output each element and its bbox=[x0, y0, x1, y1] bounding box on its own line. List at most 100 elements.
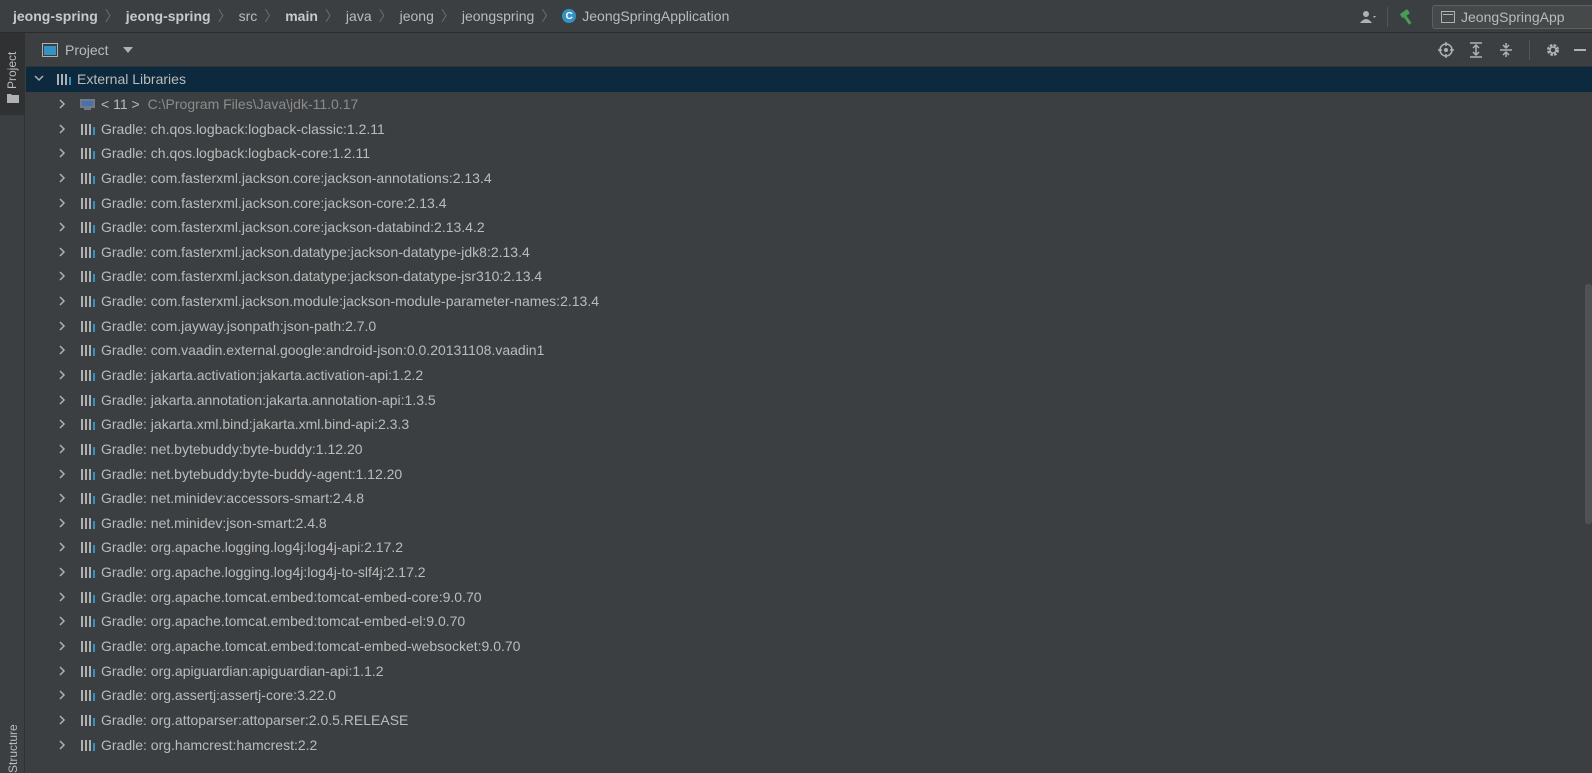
breadcrumb: jeong-spring 〉 jeong-spring 〉 src 〉 main… bbox=[0, 6, 729, 26]
vertical-scrollbar[interactable] bbox=[1585, 284, 1592, 524]
folder-icon bbox=[7, 94, 19, 103]
tree-node-jdk[interactable]: < 11 > C:\Program Files\Java\jdk-11.0.17 bbox=[26, 92, 1592, 117]
breadcrumb-project[interactable]: jeong-spring bbox=[13, 8, 98, 24]
chevron-right-icon[interactable] bbox=[58, 171, 68, 185]
tree-node-library[interactable]: Gradle: org.apache.logging.log4j:log4j-a… bbox=[26, 535, 1592, 560]
collapse-all-icon[interactable] bbox=[1491, 33, 1521, 67]
chevron-right-icon[interactable] bbox=[58, 220, 68, 234]
tree-node-library[interactable]: Gradle: com.fasterxml.jackson.module:jac… bbox=[26, 289, 1592, 314]
chevron-right-icon[interactable] bbox=[58, 491, 68, 505]
tree-node-library[interactable]: Gradle: jakarta.annotation:jakarta.annot… bbox=[26, 387, 1592, 412]
hammer-icon[interactable] bbox=[1396, 6, 1418, 28]
chevron-right-icon[interactable] bbox=[58, 467, 68, 481]
user-icon[interactable] bbox=[1357, 6, 1379, 28]
chevron-right-icon[interactable] bbox=[58, 368, 68, 382]
breadcrumb-jeong[interactable]: jeong bbox=[400, 8, 434, 24]
chevron-right-icon[interactable] bbox=[58, 393, 68, 407]
tree-node-library[interactable]: Gradle: com.fasterxml.jackson.datatype:j… bbox=[26, 239, 1592, 264]
breadcrumb-class[interactable]: JeongSpringApplication bbox=[582, 8, 729, 24]
library-icon bbox=[81, 665, 95, 677]
library-icon bbox=[81, 542, 95, 554]
tree-node-library[interactable]: Gradle: net.bytebuddy:byte-buddy-agent:1… bbox=[26, 461, 1592, 486]
tree-node-library[interactable]: Gradle: org.apiguardian:apiguardian-api:… bbox=[26, 658, 1592, 683]
chevron-right-icon[interactable] bbox=[58, 122, 68, 136]
library-label: Gradle: net.bytebuddy:byte-buddy:1.12.20 bbox=[101, 440, 363, 457]
tree-node-library[interactable]: Gradle: com.fasterxml.jackson.core:jacks… bbox=[26, 166, 1592, 191]
chevron-right-icon[interactable] bbox=[58, 738, 68, 752]
chevron-right-icon[interactable] bbox=[58, 688, 68, 702]
jdk-icon bbox=[80, 98, 95, 110]
chevron-right-icon[interactable] bbox=[58, 442, 68, 456]
breadcrumb-src[interactable]: src bbox=[239, 8, 258, 24]
chevron-right-icon[interactable] bbox=[58, 245, 68, 259]
library-icon bbox=[81, 370, 95, 381]
library-icon bbox=[81, 443, 95, 455]
library-icon bbox=[81, 714, 95, 726]
chevron-right-icon[interactable] bbox=[58, 146, 68, 160]
tree-node-library[interactable]: Gradle: org.apache.logging.log4j:log4j-t… bbox=[26, 560, 1592, 585]
tree-node-external-libraries[interactable]: External Libraries bbox=[26, 67, 1592, 92]
library-icon bbox=[81, 320, 95, 332]
tree-node-library[interactable]: Gradle: com.fasterxml.jackson.core:jacks… bbox=[26, 190, 1592, 215]
tree-node-library[interactable]: Gradle: org.assertj:assertj-core:3.22.0 bbox=[26, 683, 1592, 708]
chevron-right-icon[interactable] bbox=[58, 319, 68, 333]
tree-node-library[interactable]: Gradle: com.jayway.jsonpath:json-path:2.… bbox=[26, 313, 1592, 338]
tree-node-library[interactable]: Gradle: net.minidev:json-smart:2.4.8 bbox=[26, 511, 1592, 536]
run-configuration-label: JeongSpringApp bbox=[1461, 8, 1565, 25]
tree-node-library[interactable]: Gradle: net.bytebuddy:byte-buddy:1.12.20 bbox=[26, 437, 1592, 462]
tree-node-library[interactable]: Gradle: org.apache.tomcat.embed:tomcat-e… bbox=[26, 609, 1592, 634]
structure-tool-tab[interactable]: Structure bbox=[0, 703, 25, 773]
chevron-right-icon[interactable] bbox=[58, 540, 68, 554]
library-label: Gradle: org.assertj:assertj-core:3.22.0 bbox=[101, 687, 336, 704]
library-icon bbox=[81, 616, 95, 628]
breadcrumb-module[interactable]: jeong-spring bbox=[126, 8, 211, 24]
tree-node-library[interactable]: Gradle: net.minidev:accessors-smart:2.4.… bbox=[26, 486, 1592, 511]
chevron-right-icon[interactable] bbox=[58, 343, 68, 357]
chevron-right-icon[interactable] bbox=[58, 639, 68, 653]
jdk-version: < 11 > bbox=[101, 95, 140, 112]
tree-node-library[interactable]: Gradle: ch.qos.logback:logback-core:1.2.… bbox=[26, 141, 1592, 166]
chevron-right-icon[interactable] bbox=[58, 294, 68, 308]
tree-node-library[interactable]: Gradle: com.fasterxml.jackson.core:jacks… bbox=[26, 215, 1592, 240]
tree-node-library[interactable]: Gradle: org.hamcrest:hamcrest:2.2 bbox=[26, 732, 1592, 757]
tree-node-library[interactable]: Gradle: org.apache.tomcat.embed:tomcat-e… bbox=[26, 584, 1592, 609]
breadcrumb-java[interactable]: java bbox=[346, 8, 372, 24]
tree-node-library[interactable]: Gradle: org.attoparser:attoparser:2.0.5.… bbox=[26, 708, 1592, 733]
chevron-right-icon[interactable] bbox=[58, 664, 68, 678]
tree-node-library[interactable]: Gradle: jakarta.activation:jakarta.activ… bbox=[26, 363, 1592, 388]
breadcrumb-jeongspring[interactable]: jeongspring bbox=[462, 8, 534, 24]
chevron-right-icon[interactable] bbox=[58, 565, 68, 579]
chevron-right-icon[interactable] bbox=[58, 590, 68, 604]
minimize-icon[interactable] bbox=[1568, 33, 1592, 67]
tree-node-library[interactable]: Gradle: jakarta.xml.bind:jakarta.xml.bin… bbox=[26, 412, 1592, 437]
expand-all-icon[interactable] bbox=[1461, 33, 1491, 67]
project-tree[interactable]: External Libraries < 11 > C:\Program Fil… bbox=[26, 67, 1592, 773]
chevron-right-icon[interactable] bbox=[58, 269, 68, 283]
tool-window-title: Project bbox=[65, 41, 109, 58]
chevron-down-icon[interactable] bbox=[34, 72, 44, 86]
tree-node-library[interactable]: Gradle: com.fasterxml.jackson.datatype:j… bbox=[26, 264, 1592, 289]
tree-node-library[interactable]: Gradle: ch.qos.logback:logback-classic:1… bbox=[26, 116, 1592, 141]
tree-node-library[interactable]: Gradle: com.vaadin.external.google:andro… bbox=[26, 338, 1592, 363]
library-label: Gradle: org.apache.tomcat.embed:tomcat-e… bbox=[101, 588, 482, 605]
gear-icon[interactable] bbox=[1538, 33, 1568, 67]
crosshair-icon[interactable] bbox=[1431, 33, 1461, 67]
tree-node-library[interactable]: Gradle: org.apache.tomcat.embed:tomcat-e… bbox=[26, 634, 1592, 659]
library-icon bbox=[81, 641, 95, 653]
chevron-right-icon[interactable] bbox=[58, 713, 68, 727]
spring-class-icon: C bbox=[562, 9, 577, 23]
library-icon bbox=[81, 296, 95, 308]
chevron-right-icon[interactable] bbox=[58, 516, 68, 530]
chevron-right-icon[interactable] bbox=[58, 97, 68, 111]
library-icon bbox=[81, 739, 95, 751]
chevron-right-icon[interactable] bbox=[58, 417, 68, 431]
view-selector[interactable]: Project bbox=[42, 42, 133, 58]
run-configuration-selector[interactable]: JeongSpringApp bbox=[1432, 4, 1592, 29]
library-icon bbox=[81, 271, 95, 283]
chevron-right-icon[interactable] bbox=[58, 196, 68, 210]
breadcrumb-separator: 〉 bbox=[440, 8, 455, 24]
breadcrumb-separator: 〉 bbox=[217, 8, 232, 24]
breadcrumb-main[interactable]: main bbox=[285, 8, 318, 24]
chevron-right-icon[interactable] bbox=[58, 614, 68, 628]
project-tool-tab[interactable]: Project bbox=[0, 33, 25, 115]
